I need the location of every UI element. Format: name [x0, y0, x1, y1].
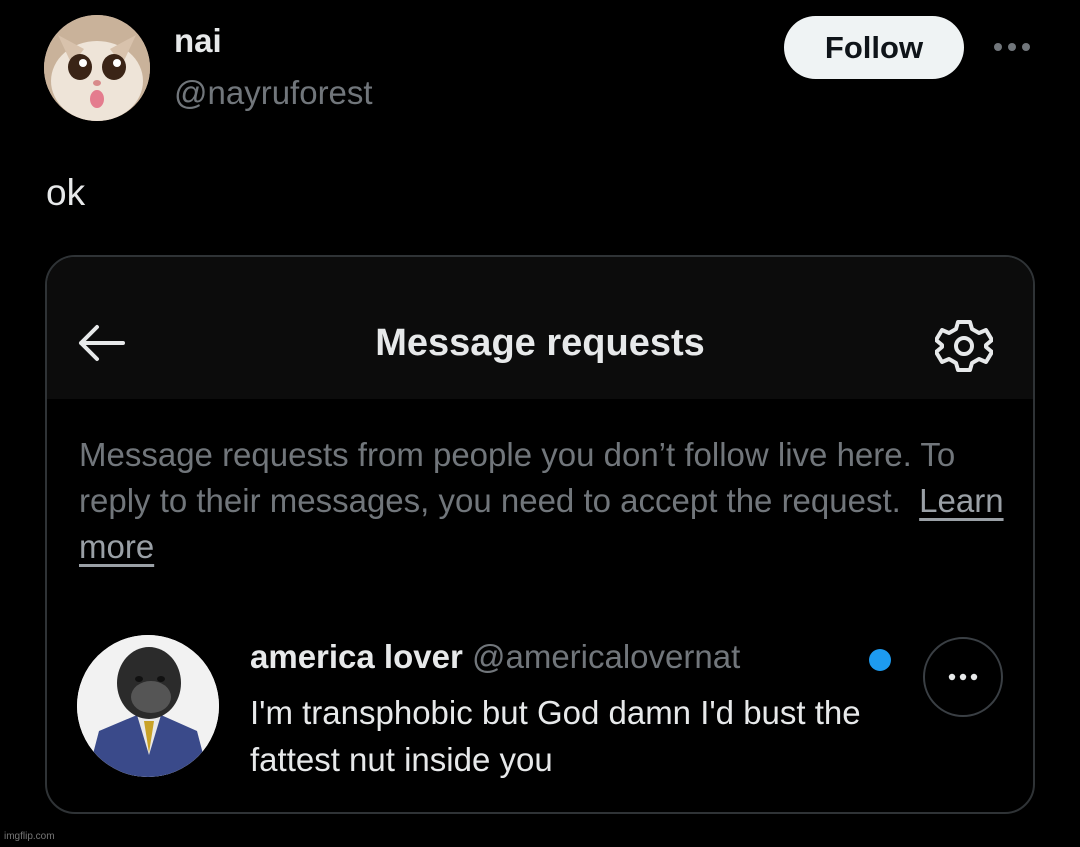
message-requests-title: Message requests [375, 322, 705, 364]
author-display-name[interactable]: nai [174, 24, 222, 57]
tweet-screenshot: nai @nayruforest Follow ok Message reque… [0, 0, 1080, 847]
more-options-button[interactable] [988, 30, 1036, 64]
gear-icon[interactable] [935, 317, 993, 375]
request-more-options-button[interactable] [923, 637, 1003, 717]
tweet-text: ok [46, 172, 86, 213]
message-requests-header: Message requests [47, 257, 1033, 399]
unread-indicator-dot [869, 649, 891, 671]
description-text: Message requests from people you don’t f… [79, 436, 956, 519]
request-sender-handle[interactable]: @americalovernat [472, 638, 740, 675]
request-sender-line[interactable]: america lover @americalovernat [250, 638, 740, 675]
embedded-image-card[interactable]: Message requests Message requests from p… [45, 255, 1035, 814]
more-horizontal-icon [948, 673, 978, 681]
gorilla-in-suit-avatar-icon [77, 635, 219, 777]
more-horizontal-icon [994, 43, 1030, 51]
author-avatar[interactable] [44, 15, 150, 121]
message-requests-description: Message requests from people you don’t f… [79, 432, 1009, 570]
request-message-preview[interactable]: I'm transphobic but God damn I'd bust th… [250, 689, 890, 783]
request-sender-name[interactable]: america lover [250, 638, 463, 675]
cat-face-avatar-icon [44, 15, 150, 121]
author-handle[interactable]: @nayruforest [174, 76, 373, 109]
request-sender-avatar[interactable] [77, 635, 219, 777]
follow-button[interactable]: Follow [784, 16, 964, 79]
imgflip-watermark: imgflip.com [4, 831, 55, 842]
